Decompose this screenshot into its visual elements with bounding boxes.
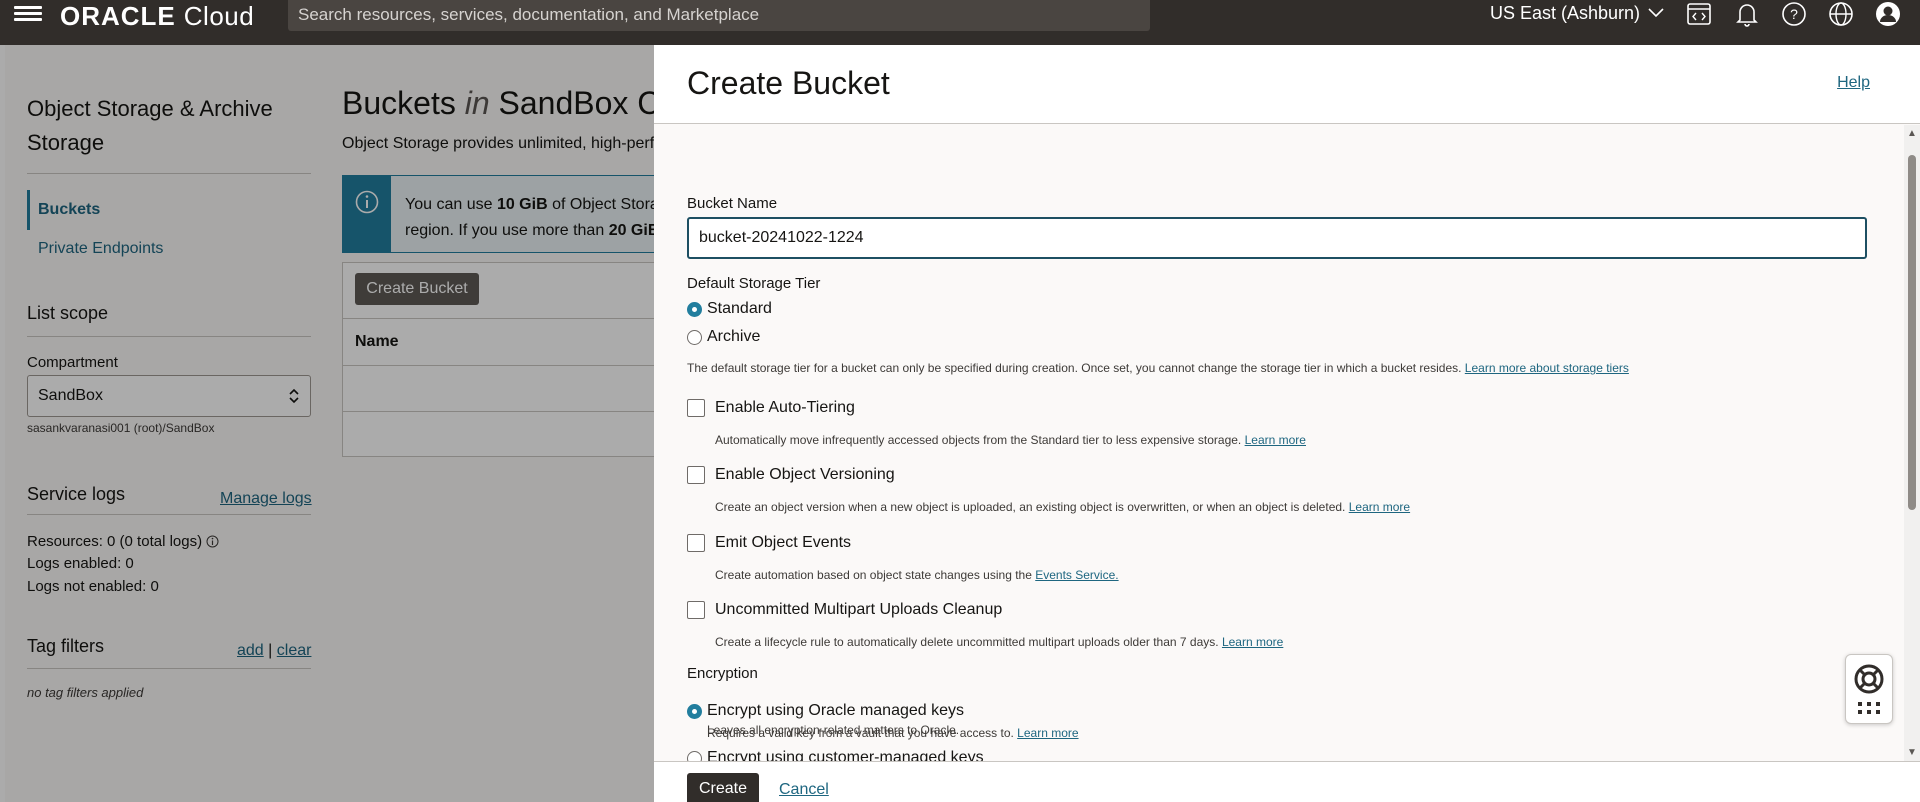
region-selector[interactable]: US East (Ashburn) [1490,0,1664,26]
user-profile-icon[interactable] [1873,0,1903,28]
encryption-label: Encryption [687,665,758,682]
search-input[interactable]: Search resources, services, documentatio… [288,0,1150,31]
versioning-checkbox[interactable] [687,466,705,484]
tier-standard-label: Standard [707,300,772,317]
chevron-down-icon [1648,8,1664,18]
drawer-header: Create Bucket Help [654,45,1920,124]
oracle-cloud-logo[interactable]: ORACLE Cloud [60,0,254,32]
object-events-checkbox[interactable] [687,534,705,552]
oracle-keys-option[interactable]: Encrypt using Oracle managed keys [687,702,964,720]
versioning-desc-text: Create an object version when a new obje… [715,500,1346,514]
cancel-button[interactable]: Cancel [779,781,829,799]
tier-standard-option[interactable]: Standard [687,300,772,318]
radio-unselected[interactable] [687,329,702,345]
scroll-up-arrow-icon[interactable]: ▲ [1907,128,1917,139]
multipart-cleanup-desc-text: Create a lifecycle rule to automatically… [715,635,1219,649]
multipart-learn-more[interactable]: Learn more [1222,635,1283,649]
auto-tiering-option[interactable]: Enable Auto-Tiering [687,399,855,417]
drawer-footer: Create Cancel [654,761,1920,802]
object-events-option[interactable]: Emit Object Events [687,534,851,552]
drawer-scrollbar[interactable]: ▲ ▼ [1904,125,1920,761]
brand-oracle: ORACLE [60,0,176,31]
events-service-link[interactable]: Events Service. [1035,568,1118,582]
customer-keys-learn-more[interactable]: Learn more [1017,726,1078,740]
customer-keys-desc-text: Requires a valid key from a vault that y… [707,726,1014,740]
customer-keys-desc: Requires a valid key from a vault that y… [707,726,1079,740]
help-icon[interactable]: ? [1779,0,1809,28]
scroll-thumb[interactable] [1908,155,1916,510]
developer-tools-icon[interactable] [1684,0,1714,28]
drawer-title: Create Bucket [687,65,890,101]
auto-tiering-desc-text: Automatically move infrequently accessed… [715,433,1242,447]
tier-desc-text: The default storage tier for a bucket ca… [687,361,1462,375]
tier-description: The default storage tier for a bucket ca… [687,361,1629,375]
lifebuoy-icon [1854,664,1884,694]
bucket-name-label: Bucket Name [687,195,778,212]
storage-tiers-link[interactable]: Learn more about storage tiers [1465,361,1629,375]
scroll-down-arrow-icon[interactable]: ▼ [1907,747,1917,758]
language-globe-icon[interactable] [1826,0,1856,28]
apps-grid-icon [1858,702,1880,714]
auto-tiering-learn-more[interactable]: Learn more [1245,433,1306,447]
storage-tier-label: Default Storage Tier [687,275,821,292]
object-events-desc-text: Create automation based on object state … [715,568,1032,582]
brand-cloud: Cloud [183,0,255,31]
customer-keys-option[interactable]: Encrypt using customer-managed keys [687,749,984,761]
multipart-cleanup-checkbox[interactable] [687,601,705,619]
versioning-learn-more[interactable]: Learn more [1349,500,1410,514]
versioning-desc: Create an object version when a new obje… [715,500,1410,514]
help-link[interactable]: Help [1837,74,1870,92]
multipart-cleanup-desc: Create a lifecycle rule to automatically… [715,635,1283,649]
customer-keys-label: Encrypt using customer-managed keys [707,749,984,761]
radio-selected[interactable] [687,703,702,719]
auto-tiering-desc: Automatically move infrequently accessed… [715,433,1306,447]
versioning-option[interactable]: Enable Object Versioning [687,466,895,484]
oracle-keys-label: Encrypt using Oracle managed keys [707,702,965,719]
create-bucket-drawer: Create Bucket Help Bucket Name bucket-20… [654,45,1920,802]
versioning-label: Enable Object Versioning [715,466,895,483]
tier-archive-label: Archive [707,328,761,345]
radio-selected[interactable] [687,301,702,317]
object-events-desc: Create automation based on object state … [715,568,1119,582]
object-events-label: Emit Object Events [715,534,852,551]
create-bucket-form: Bucket Name bucket-20241022-1224 Default… [654,125,1904,761]
region-label: US East (Ashburn) [1490,2,1641,23]
multipart-cleanup-label: Uncommitted Multipart Uploads Cleanup [715,601,1003,618]
hamburger-menu-icon[interactable] [14,3,42,25]
create-button[interactable]: Create [687,773,759,802]
tier-archive-option[interactable]: Archive [687,328,760,346]
auto-tiering-label: Enable Auto-Tiering [715,399,855,416]
auto-tiering-checkbox[interactable] [687,399,705,417]
top-header: ORACLE Cloud Search resources, services,… [0,0,1920,45]
notifications-bell-icon[interactable] [1732,0,1762,28]
radio-unselected[interactable] [687,750,702,761]
multipart-cleanup-option[interactable]: Uncommitted Multipart Uploads Cleanup [687,601,1002,619]
svg-text:?: ? [1790,6,1798,22]
support-widget[interactable] [1845,654,1893,724]
bucket-name-input[interactable]: bucket-20241022-1224 [687,217,1867,259]
